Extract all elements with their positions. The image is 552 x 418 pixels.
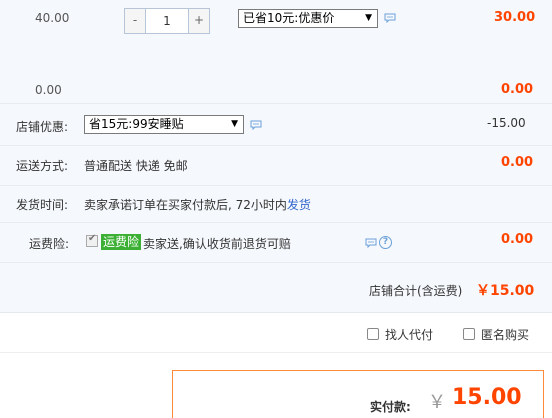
chevron-down-icon: ▼ [231, 119, 238, 129]
quantity-stepper[interactable]: - 1 + [124, 8, 210, 34]
decrease-button[interactable]: - [125, 9, 146, 33]
delivery-link[interactable]: 发货 [287, 198, 311, 212]
store-discount-row [0, 103, 552, 145]
payment-label: 实付款: [370, 400, 411, 414]
insurance-badge-wrap: 运费险 [101, 233, 142, 250]
anonymous-checkbox[interactable] [463, 328, 475, 340]
anonymous-label[interactable]: 匿名购买 [481, 326, 529, 343]
message-icon[interactable] [250, 120, 262, 130]
second-price: 0.00 [35, 83, 62, 97]
store-discount-select-value: 省15元:99安睡贴 [89, 117, 184, 131]
delivery-label: 发货时间: [16, 198, 69, 212]
delivery-text-body: 卖家承诺订单在买家付款后, 72小时内 [84, 198, 287, 212]
shipping-value: 普通配送 快递 免邮 [84, 159, 188, 173]
second-subtotal: 0.00 [501, 82, 534, 97]
store-discount-label: 店铺优惠: [16, 120, 69, 134]
quantity-value[interactable]: 1 [146, 9, 188, 33]
payment-currency: ￥ [428, 392, 446, 413]
store-discount-select[interactable]: 省15元:99安睡贴 ▼ [84, 115, 244, 134]
options-divider [0, 352, 552, 353]
delivery-text: 卖家承诺订单在买家付款后, 72小时内发货 [84, 196, 311, 213]
message-icon[interactable] [365, 238, 377, 248]
unit-price: 40.00 [35, 11, 70, 25]
item-subtotal: 30.00 [494, 10, 536, 25]
help-icon[interactable]: ? [379, 236, 392, 249]
increase-button[interactable]: + [188, 9, 209, 33]
shipping-row [0, 145, 552, 185]
insurance-text: 卖家送,确认收货前退货可赔 [143, 237, 291, 251]
insurance-checkbox[interactable]: ✔ [86, 233, 98, 247]
pay-for-me-label[interactable]: 找人代付 [385, 326, 433, 343]
shipping-label: 运送方式: [16, 159, 69, 173]
store-discount-amount: -15.00 [487, 116, 526, 130]
insurance-amount: 0.00 [501, 232, 534, 247]
store-total-amount: ￥15.00 [476, 283, 535, 299]
payment-amount: 15.00 [452, 385, 522, 410]
chevron-down-icon: ▼ [365, 13, 372, 23]
shipping-amount: 0.00 [501, 155, 534, 170]
section-divider [0, 312, 552, 313]
promo-select-value: 已省10元:优惠价 [243, 11, 335, 25]
pay-for-me-checkbox[interactable] [367, 328, 379, 340]
store-total-label: 店铺合计(含运费) [369, 284, 463, 298]
insurance-label: 运费险: [29, 237, 70, 251]
message-icon[interactable] [384, 13, 396, 23]
promo-select[interactable]: 已省10元:优惠价 ▼ [238, 9, 378, 28]
insurance-badge: 运费险 [101, 234, 142, 250]
store-total-row [0, 262, 552, 312]
